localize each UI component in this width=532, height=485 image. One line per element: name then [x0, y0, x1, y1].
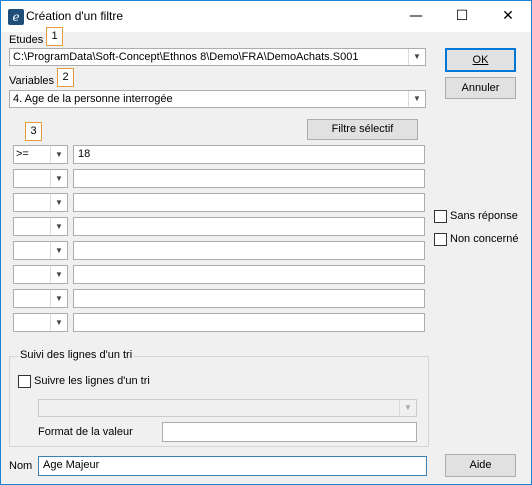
- ok-button[interactable]: OK: [445, 48, 516, 72]
- condition-value-4[interactable]: [73, 217, 425, 236]
- variables-label: Variables: [9, 75, 55, 87]
- chevron-down-icon[interactable]: ▼: [50, 146, 67, 163]
- etudes-select[interactable]: C:\ProgramData\Soft-Concept\Ethnos 8\Dem…: [9, 48, 426, 66]
- marker-3: 3: [25, 122, 42, 141]
- operator-select-3[interactable]: ▼: [13, 193, 68, 212]
- operator-select-1[interactable]: >= ▼: [13, 145, 68, 164]
- maximize-icon[interactable]: ☐: [439, 1, 485, 32]
- dialog-window: e Création d'un filtre — ☐ ✕ Etudes 1 C:…: [0, 0, 532, 485]
- annuler-button[interactable]: Annuler: [445, 77, 516, 99]
- suivi-group-title: Suivi des lignes d'un tri: [18, 349, 135, 361]
- sans-reponse-checkbox[interactable]: [434, 210, 447, 223]
- marker-2: 2: [57, 68, 74, 87]
- operator-select-7[interactable]: ▼: [13, 289, 68, 308]
- chevron-down-icon[interactable]: ▼: [50, 290, 67, 307]
- marker-1: 1: [46, 27, 63, 46]
- chevron-down-icon[interactable]: ▼: [408, 49, 425, 65]
- operator-select-8[interactable]: ▼: [13, 313, 68, 332]
- condition-value-7[interactable]: [73, 289, 425, 308]
- etudes-value: C:\ProgramData\Soft-Concept\Ethnos 8\Dem…: [13, 51, 359, 63]
- suivi-select[interactable]: ▼: [38, 399, 417, 417]
- variables-select[interactable]: 4. Age de la personne interrogée ▼: [9, 90, 426, 108]
- format-input[interactable]: [162, 422, 417, 442]
- operator-value: >=: [16, 148, 29, 160]
- chevron-down-icon[interactable]: ▼: [50, 242, 67, 259]
- chevron-down-icon[interactable]: ▼: [50, 194, 67, 211]
- operator-select-6[interactable]: ▼: [13, 265, 68, 284]
- non-concerne-label: Non concerné: [450, 233, 519, 245]
- condition-value-text: 18: [78, 148, 91, 160]
- app-icon: e: [8, 9, 24, 25]
- chevron-down-icon[interactable]: ▼: [50, 314, 67, 331]
- condition-value-6[interactable]: [73, 265, 425, 284]
- suivre-lignes-label: Suivre les lignes d'un tri: [34, 375, 150, 387]
- chevron-down-icon[interactable]: ▼: [399, 400, 416, 416]
- sans-reponse-label: Sans réponse: [450, 210, 518, 222]
- condition-value-3[interactable]: [73, 193, 425, 212]
- filtre-selectif-button[interactable]: Filtre sélectif: [307, 119, 418, 140]
- operator-select-4[interactable]: ▼: [13, 217, 68, 236]
- chevron-down-icon[interactable]: ▼: [50, 218, 67, 235]
- condition-value-2[interactable]: [73, 169, 425, 188]
- close-icon[interactable]: ✕: [485, 1, 531, 32]
- variables-value: 4. Age de la personne interrogée: [13, 93, 173, 105]
- window-title: Création d'un filtre: [26, 9, 124, 23]
- title-bar[interactable]: e Création d'un filtre — ☐ ✕: [1, 1, 531, 32]
- chevron-down-icon[interactable]: ▼: [50, 170, 67, 187]
- condition-value-5[interactable]: [73, 241, 425, 260]
- nom-label: Nom: [9, 460, 33, 472]
- aide-button[interactable]: Aide: [445, 454, 516, 477]
- minimize-icon[interactable]: —: [393, 1, 439, 32]
- suivre-lignes-checkbox[interactable]: [18, 375, 31, 388]
- chevron-down-icon[interactable]: ▼: [408, 91, 425, 107]
- chevron-down-icon[interactable]: ▼: [50, 266, 67, 283]
- operator-select-2[interactable]: ▼: [13, 169, 68, 188]
- condition-value-1[interactable]: 18: [73, 145, 425, 164]
- non-concerne-checkbox[interactable]: [434, 233, 447, 246]
- condition-value-8[interactable]: [73, 313, 425, 332]
- nom-input[interactable]: Age Majeur: [38, 456, 427, 476]
- format-label: Format de la valeur: [38, 426, 133, 438]
- operator-select-5[interactable]: ▼: [13, 241, 68, 260]
- etudes-label: Etudes: [9, 34, 44, 46]
- nom-value: Age Majeur: [43, 459, 100, 471]
